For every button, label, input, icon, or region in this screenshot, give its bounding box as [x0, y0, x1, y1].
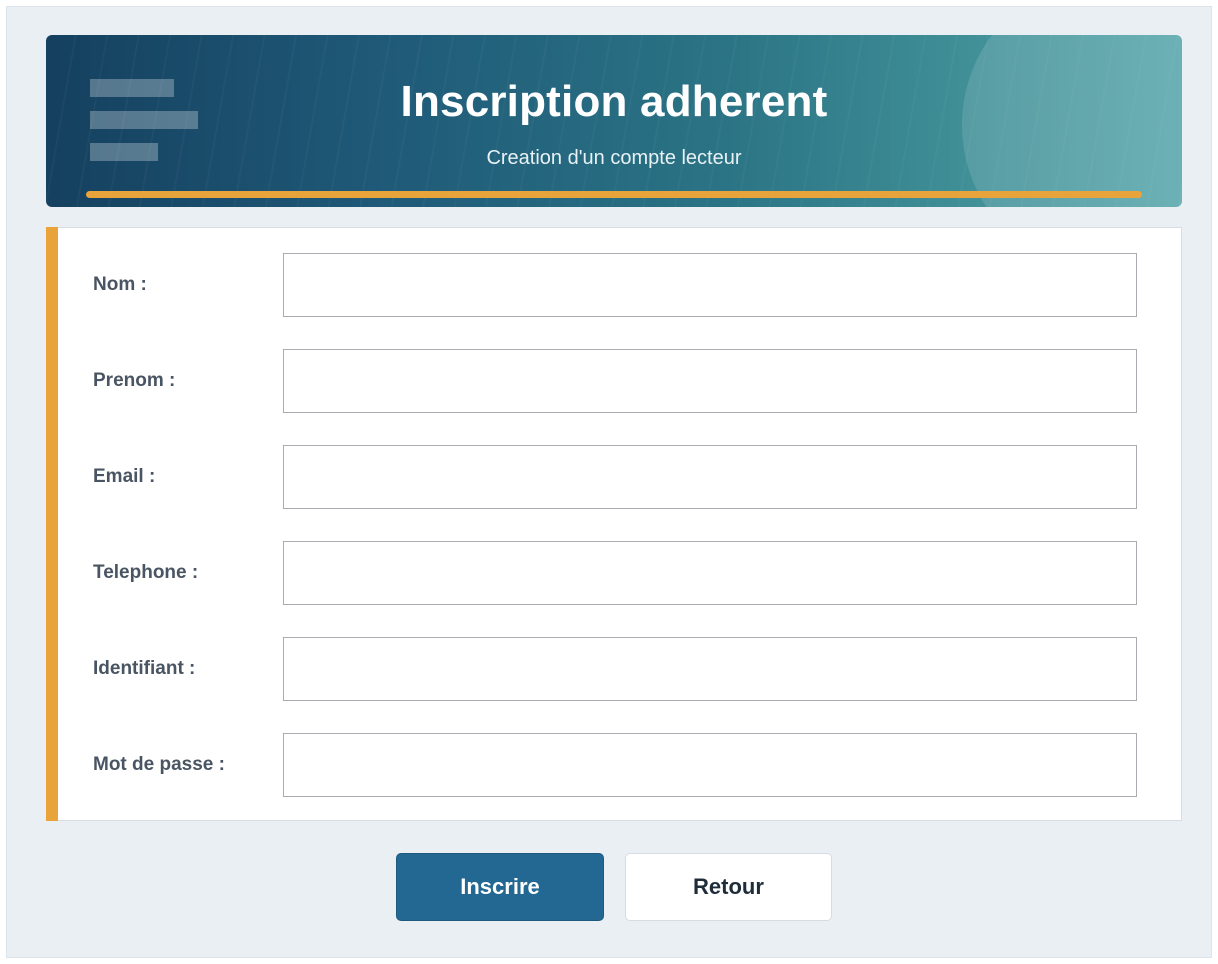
form-row-mot-de-passe: Mot de passe : — [47, 733, 1181, 797]
inscrire-button[interactable]: Inscrire — [396, 853, 604, 921]
identifiant-label: Identifiant : — [93, 658, 196, 679]
telephone-label: Telephone : — [93, 562, 199, 583]
form-row-identifiant: Identifiant : — [47, 637, 1181, 701]
header-banner: Inscription adherent Creation d'un compt… — [46, 35, 1182, 207]
password-field[interactable] — [283, 733, 1137, 797]
identifiant-field[interactable] — [283, 637, 1137, 701]
form-row-prenom: Prenom : — [47, 349, 1181, 413]
email-field[interactable] — [283, 445, 1137, 509]
page-title: Inscription adherent — [400, 77, 828, 126]
mot-de-passe-label: Mot de passe : — [93, 754, 225, 775]
form-row-nom: Nom : — [47, 253, 1181, 317]
banner-accent-bar — [86, 191, 1142, 198]
page-subtitle: Creation d'un compte lecteur — [486, 147, 742, 169]
registration-window: Inscription adherent Creation d'un compt… — [6, 6, 1212, 958]
prenom-field[interactable] — [283, 349, 1137, 413]
nom-field[interactable] — [283, 253, 1137, 317]
form-row-telephone: Telephone : — [47, 541, 1181, 605]
registration-form: Nom : Prenom : Email : Telephone : Ident… — [46, 227, 1182, 821]
form-row-email: Email : — [47, 445, 1181, 509]
telephone-field[interactable] — [283, 541, 1137, 605]
email-label: Email : — [93, 466, 156, 487]
prenom-label: Prenom : — [93, 370, 176, 391]
nom-label: Nom : — [93, 274, 147, 295]
retour-button[interactable]: Retour — [625, 853, 832, 921]
